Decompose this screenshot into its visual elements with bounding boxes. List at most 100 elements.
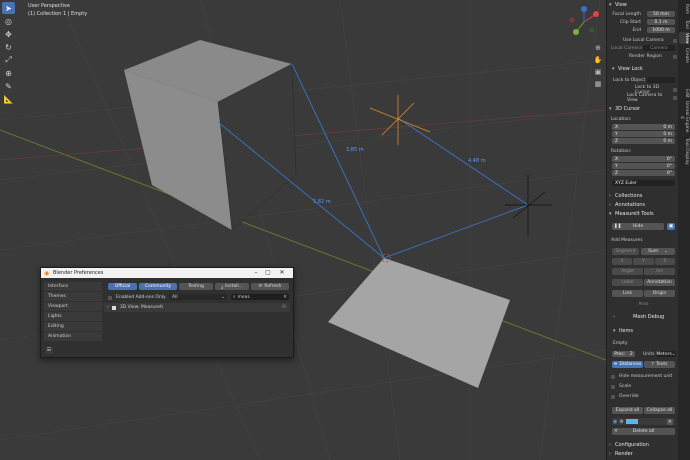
y-measure-button[interactable]: Y [633,258,654,265]
lock-camera-checkbox[interactable] [673,95,677,100]
sidebar-item-themes[interactable]: Themes [44,292,102,301]
items-header[interactable]: ▾ Items [613,327,681,335]
mesh-debug-header[interactable]: › Mesh Debug [613,313,681,321]
measure-icon[interactable]: 📐 [2,93,15,105]
hide-unit-checkbox[interactable] [611,374,615,379]
sidebar-item-viewport[interactable]: Viewport [44,302,102,311]
use-local-camera-checkbox[interactable] [673,38,677,43]
annotation-button[interactable]: Annotation [644,279,675,286]
hamburger-menu-icon[interactable]: ☰ [45,347,53,354]
chevron-right-icon[interactable]: › [107,305,109,310]
override-checkbox[interactable] [611,394,615,399]
preferences-titlebar[interactable]: ◉ Blender Preferences – ▢ ✕ [41,268,293,278]
z-measure-button[interactable]: Z [655,258,675,265]
scale-icon[interactable]: ⤢ [2,54,15,66]
transform-icon[interactable]: ⊕ [2,67,15,79]
install-button[interactable]: ⤓ Install... [215,283,249,290]
lock-3d-cursor-checkbox[interactable] [673,87,677,92]
select-cursor-icon[interactable]: ➤ [2,2,15,14]
rotation-mode-dropdown[interactable]: XYZ Euler [612,180,675,186]
view-section-header[interactable]: ▾ View [609,1,677,9]
addon-row[interactable]: › 3D View: MeasureIt ⚇ [104,303,290,312]
origin-button[interactable]: Origin [644,290,675,297]
render-header[interactable]: › Render [609,450,677,458]
sum-dropdown[interactable]: Sum ⌄ [641,248,675,255]
measure-item-row[interactable]: ◉ ⚙ ✕ [612,418,675,425]
tab-item[interactable]: Item [679,2,689,16]
render-region-checkbox[interactable] [673,54,677,59]
angle-button[interactable]: Angle [612,268,643,275]
units-dropdown[interactable]: Meters ⌄ [656,351,676,357]
area-button[interactable]: Area [612,301,675,308]
tab-unreal-engine[interactable]: Unreal Engine 4 [679,100,689,134]
refresh-button[interactable]: ⟳ Refresh [251,283,289,290]
3d-cursor-header[interactable]: ▾ 3D Cursor [609,105,677,113]
collapse-all-button[interactable]: Collapse all [644,407,675,414]
precision-field[interactable]: Prec: 2 [612,351,635,357]
clip-start-field[interactable]: 0.1 m [647,19,675,25]
location-z-field[interactable]: Z0 m [612,138,675,144]
rotation-y-field[interactable]: Y 0° [612,163,675,169]
3d-viewport[interactable]: 3.85 m 4.48 m 5.82 m User Perspective (1… [0,0,606,460]
location-y-field[interactable]: Y0 m [612,131,675,137]
minimize-icon[interactable]: – [251,269,261,277]
distances-tab[interactable]: ⇹ Distances [612,361,643,368]
enabled-only-checkbox[interactable] [108,295,112,300]
label-button[interactable]: Label [612,279,643,286]
testing-button[interactable]: Testing [179,283,213,290]
sidebar-item-animation[interactable]: Animation [44,332,102,341]
scale-checkbox[interactable] [611,384,615,389]
segment-button[interactable]: Segment [612,248,639,255]
arc-button[interactable]: Arc [644,268,675,275]
texts-tab[interactable]: ᴛ Texts [644,361,675,368]
addon-enable-checkbox[interactable] [111,305,116,310]
enabled-only-toggle[interactable]: Enabled Add-ons Only [108,294,168,301]
category-dropdown[interactable]: All ⌄ [169,294,227,300]
local-camera-field[interactable]: Camera [643,45,675,51]
zoom-icon[interactable]: ⊕ [593,44,603,54]
delete-all-button[interactable]: ✕ Delete all [612,428,675,435]
addon-search-input[interactable]: ⌕ meas ✕ [231,294,289,300]
pan-hand-icon[interactable]: ✋ [593,56,603,66]
community-button[interactable]: Community [139,283,177,290]
measureit-header[interactable]: ▾ MeasureIt Tools [609,210,677,218]
tab-edit[interactable]: Edit [679,88,689,98]
x-measure-button[interactable]: X [612,258,632,265]
configuration-header[interactable]: › Configuration [609,441,677,449]
navigation-gizmo[interactable] [566,4,602,40]
eye-icon[interactable]: ◉ [613,419,617,425]
sidebar-item-editing[interactable]: Editing [44,322,102,331]
link-button[interactable]: Link [612,290,643,297]
grid-icon[interactable]: ▦ [593,80,603,90]
sidebar-item-lights[interactable]: Lights [44,312,102,321]
rotation-x-field[interactable]: X 0° [612,156,675,162]
annotations-header[interactable]: › Annotations [609,201,677,209]
collections-header[interactable]: › Collections [609,192,677,200]
hide-button[interactable]: ❚❚ Hide [612,223,664,230]
gear-icon[interactable]: ⚙ [619,419,623,425]
location-x-field[interactable]: X0 m [612,124,675,130]
lock-object-field[interactable] [647,77,675,83]
tab-create[interactable]: Create [679,46,689,64]
focal-length-field[interactable]: 50 mm [647,11,675,17]
rotate-icon[interactable]: ↻ [2,41,15,53]
cursor-3d-icon[interactable]: ◎ [2,15,15,27]
official-button[interactable]: Official [108,283,137,290]
expand-all-button[interactable]: Expand all [612,407,643,414]
snap-toggle-button[interactable]: ▣ [667,223,675,230]
close-icon[interactable]: ✕ [277,269,287,277]
annotate-icon[interactable]: ✎ [2,80,15,92]
rotation-z-field[interactable]: Z 0° [612,170,675,176]
view-lock-header[interactable]: ▾ View Lock [612,65,680,73]
sidebar-item-interface[interactable]: Interface [44,282,102,291]
clear-icon[interactable]: ✕ [283,295,287,300]
tab-view[interactable]: View [679,32,689,44]
clip-end-field[interactable]: 1000 m [647,27,675,33]
close-icon[interactable]: ✕ [666,418,673,425]
tab-tool[interactable]: Tool [679,18,689,30]
maximize-icon[interactable]: ▢ [263,269,273,277]
camera-icon[interactable]: ▣ [593,68,603,78]
tab-tool-display[interactable]: Tool Display [679,136,689,166]
color-swatch[interactable] [625,419,638,424]
move-icon[interactable]: ✥ [2,28,15,40]
